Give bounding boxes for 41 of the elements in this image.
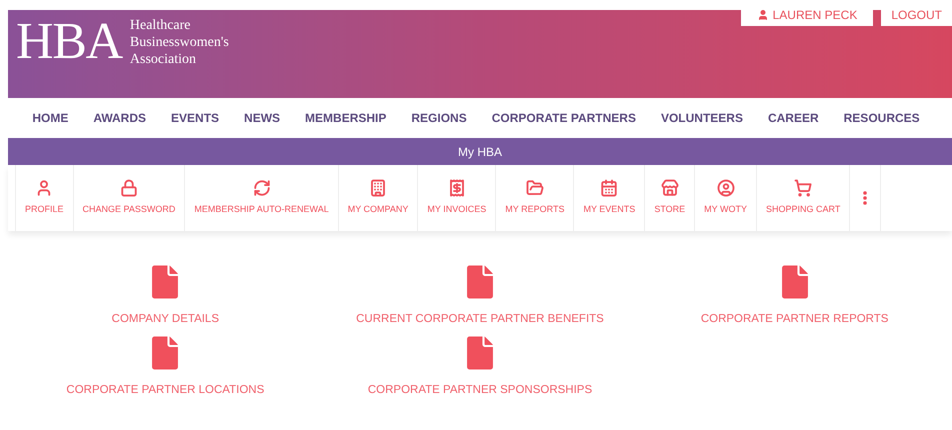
toolbar-button[interactable]: MY EVENTS [573,165,646,231]
toolbar-button[interactable]: MY COMPANY [338,165,418,231]
calendar-icon [600,179,618,198]
toolbar-button[interactable]: MY INVOICES [417,165,496,231]
nav-link[interactable]: NEWS [244,109,280,127]
nav-link[interactable]: RESOURCES [844,109,920,127]
toolbar-button[interactable]: CHANGE PASSWORD [72,165,186,231]
store-icon [660,179,679,198]
nav-link[interactable]: CORPORATE PARTNERS [492,109,636,127]
nav-link[interactable]: VOLUNTEERS [660,109,743,127]
nav-link[interactable]: AWARDS [93,109,146,127]
logo-tagline: Businesswomen's [130,34,229,50]
nav-link[interactable]: CAREER [768,109,819,127]
logo-tagline: Association [130,50,197,68]
document-link[interactable]: CORPORATE PARTNER REPORTS [637,261,952,328]
toolbar-button[interactable]: SHOPPING CART [756,165,850,231]
receipt-icon [448,179,466,198]
toolbar-button[interactable]: PROFILE [15,165,74,231]
document-link[interactable]: COMPANY DETAILS [8,261,323,328]
refresh-icon [252,179,271,198]
toolbar-button[interactable]: MY REPORTS [495,165,574,231]
logo-tagline: Healthcare [130,16,192,34]
nav-link[interactable]: HOME [32,109,68,127]
folder-icon [526,179,544,198]
document-link[interactable]: CURRENT CORPORATE PARTNER BENEFITS [322,261,638,328]
nav-link[interactable]: EVENTS [171,109,220,127]
toolbar-button[interactable]: STORE [644,165,696,231]
nav-link[interactable]: MEMBERSHIP [305,109,386,127]
more-icon [863,191,868,205]
logo[interactable]: HBA [16,16,122,68]
building-icon [369,179,388,198]
nav-link[interactable]: REGIONS [411,109,467,127]
toolbar-button[interactable]: MEMBERSHIP AUTO-RENEWAL [184,165,339,231]
person-icon [756,9,769,21]
document-link[interactable]: CORPORATE PARTNER LOCATIONS [8,332,323,400]
lock-icon [120,179,138,198]
user-circle-icon [716,179,735,198]
section-bar: My HBA [8,138,952,165]
toolbar-button[interactable]: MY WOTY [694,165,757,231]
cart-icon [794,179,812,198]
document-link[interactable]: CORPORATE PARTNER SPONSORSHIPS [322,332,638,400]
